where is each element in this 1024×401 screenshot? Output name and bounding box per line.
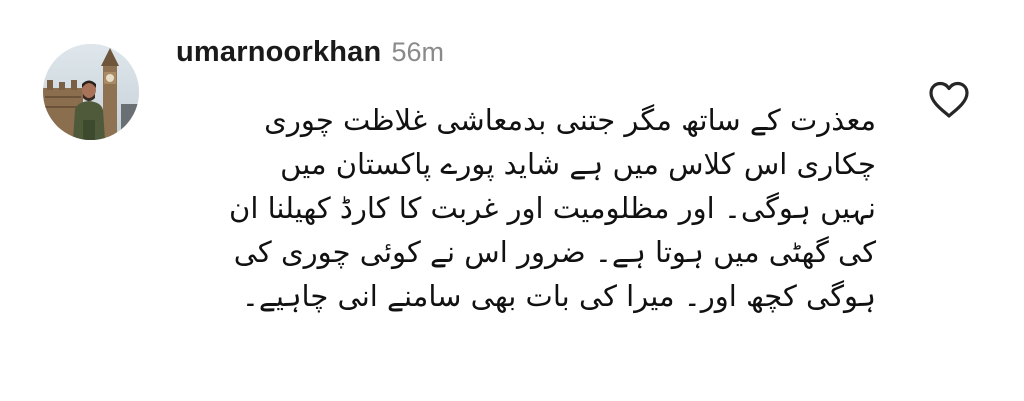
avatar[interactable] [43,44,139,140]
heart-outline-icon [929,81,969,118]
timestamp: 56m [391,37,444,67]
comment-line: کی گھٹی میں ہوتا ہے۔ ضرور اس نے کوئی چور… [233,235,876,269]
comment-line: ہوگی کچھ اور۔ میرا کی بات بھی سامنے انی … [241,279,876,313]
comment-header: umarnoorkhan 56m [176,36,444,76]
profile-photo [43,44,139,140]
comment-line: چکاری اس کلاس میں ہے شاید پورے پاکستان م… [280,147,876,181]
comment-line: نہیں ہوگی۔ اور مظلومیت اور غربت کا کارڈ … [229,191,876,225]
username-link[interactable]: umarnoorkhan [176,36,381,69]
comment-line: معذرت کے ساتھ مگر جتنی بدمعاشی غلاظت چور… [264,103,876,137]
comment-text: معذرت کے ساتھ مگر جتنی بدمعاشی غلاظت چور… [176,98,876,318]
like-button[interactable] [927,80,971,120]
